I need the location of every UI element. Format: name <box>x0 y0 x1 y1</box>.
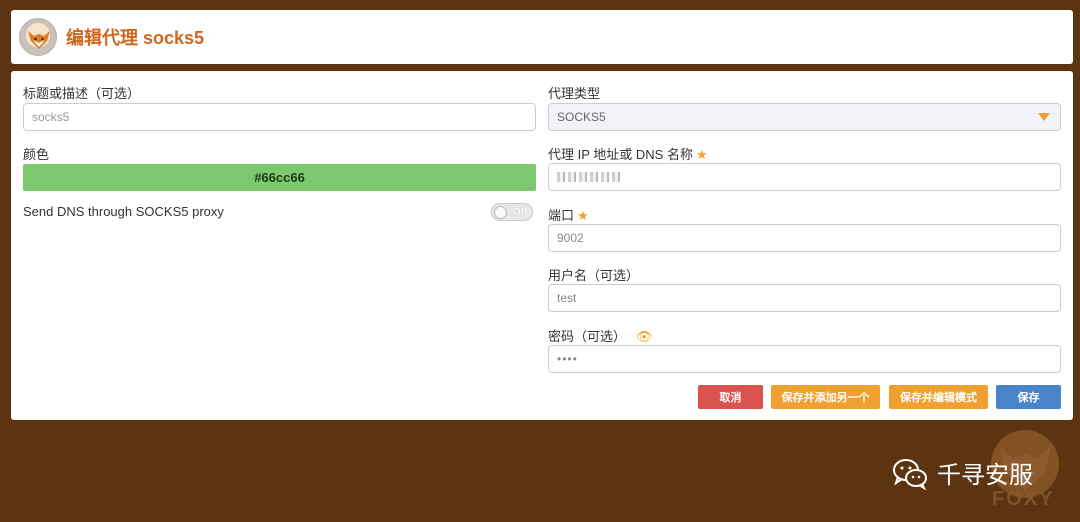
type-select[interactable]: SOCKS5 <box>548 103 1061 131</box>
password-input[interactable]: •••• <box>548 345 1061 373</box>
save-button[interactable]: 保存 <box>996 385 1061 409</box>
cancel-button[interactable]: 取消 <box>698 385 763 409</box>
wechat-icon <box>893 458 927 490</box>
blurred-host-value <box>557 172 623 182</box>
title-label: 标题或描述（可选） <box>23 86 141 101</box>
page-header: 编辑代理 socks5 <box>11 10 1073 64</box>
required-star-icon: ★ <box>695 147 708 162</box>
port-label: 端口 ★ <box>548 205 589 224</box>
username-input[interactable]: test <box>548 284 1061 312</box>
host-input[interactable] <box>548 163 1061 191</box>
host-label: 代理 IP 地址或 DNS 名称 ★ <box>548 144 708 163</box>
chevron-down-icon <box>1038 113 1050 121</box>
color-label: 颜色 <box>23 147 50 162</box>
save-and-add-button[interactable]: 保存并添加另一个 <box>771 385 880 409</box>
proxy-form: 标题或描述（可选） socks5 颜色 #66cc66 Send DNS thr… <box>11 71 1073 420</box>
pass-label: 密码（可选） 👁 <box>548 326 653 345</box>
dns-label: Send DNS through SOCKS5 proxy <box>23 204 224 219</box>
required-star-icon: ★ <box>577 208 589 223</box>
user-label: 用户名（可选） <box>548 268 640 283</box>
type-select-value: SOCKS5 <box>557 110 606 124</box>
foxy-logo-icon <box>19 18 57 56</box>
eye-icon[interactable]: 👁 <box>636 329 653 344</box>
color-picker[interactable]: #66cc66 <box>23 164 536 191</box>
watermark-text: 千寻安服 <box>937 461 1033 489</box>
port-label-text: 端口 <box>548 208 575 223</box>
save-and-edit-button[interactable]: 保存并编辑模式 <box>889 385 988 409</box>
toggle-knob <box>494 205 507 219</box>
port-input[interactable]: 9002 <box>548 224 1061 252</box>
host-label-text: 代理 IP 地址或 DNS 名称 <box>548 147 693 162</box>
wechat-watermark: 千寻安服 <box>892 455 1033 490</box>
dns-toggle[interactable]: Off <box>491 203 533 221</box>
toggle-state: Off <box>513 206 528 218</box>
page-title: 编辑代理 socks5 <box>66 28 205 48</box>
type-label: 代理类型 <box>548 86 601 101</box>
pass-label-text: 密码（可选） <box>548 329 627 344</box>
foxy-watermark-text: FOXY <box>992 488 1055 510</box>
title-input[interactable]: socks5 <box>23 103 536 131</box>
